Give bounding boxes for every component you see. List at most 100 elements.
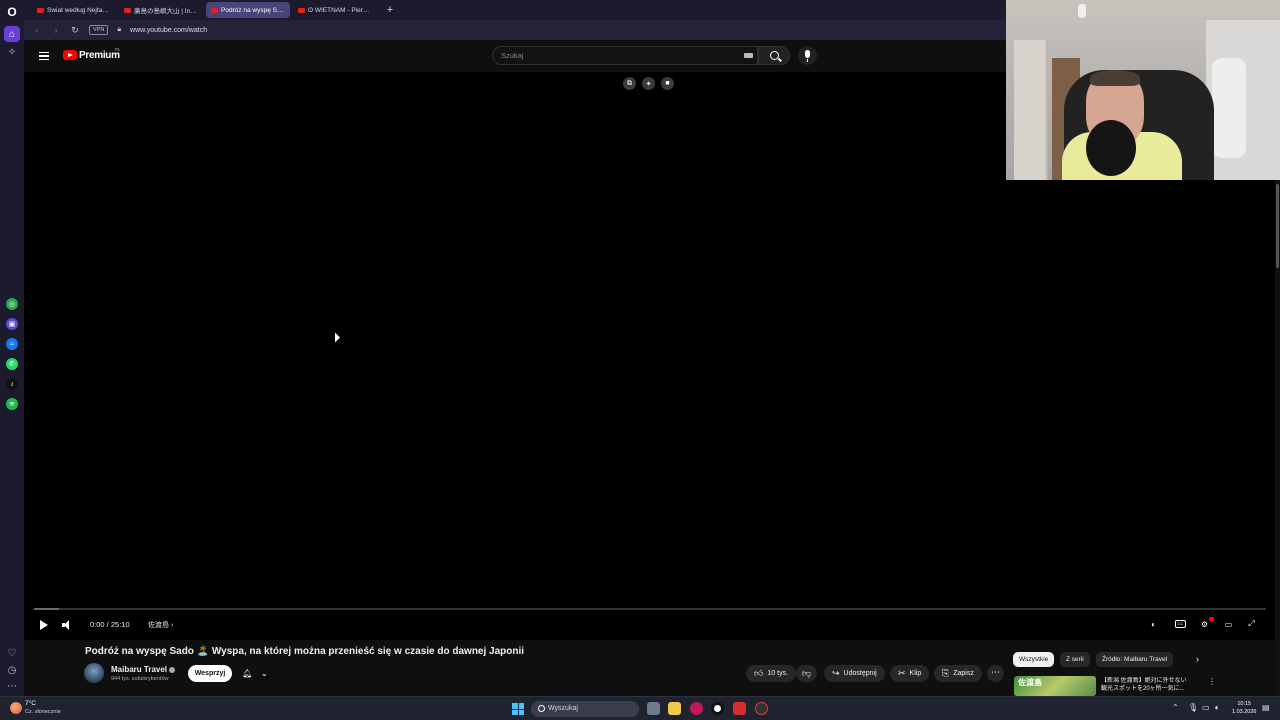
brand-label[interactable]: Premium [79,50,120,61]
taskbar-search[interactable]: Wyszukaj [531,701,639,717]
fullscreen-icon[interactable]: ⤢ [1245,618,1258,630]
reload-icon[interactable]: ↻ [70,25,80,36]
opera-logo-icon[interactable]: O [4,4,20,20]
weather-description[interactable]: Cz. słonecznie [25,709,61,715]
forward-icon[interactable]: › [51,25,61,35]
save-label: Zapisz [953,670,974,677]
volume-icon[interactable] [62,620,72,630]
autoplay-toggle-icon[interactable]: ◐ [1147,618,1160,630]
start-button[interactable] [512,703,524,715]
thumbnail-text: 佐渡島 [1018,678,1042,687]
screen: O ⌂ ✧ ◎ ▣ ≈ ✆ ♪ ≋ ♡ ◷ ⋯ Świat według Nej… [0,0,1280,720]
tab-active[interactable]: Podróż na wyspę Sado 🏝️ [206,2,290,18]
subscriber-count: 944 tys. subskrybentów [111,676,169,682]
weather-temperature[interactable]: 7°C [25,700,36,707]
like-count: 10 tys. [767,670,789,677]
address-bar: ‹ › ↻ VPN 🔒︎ www.youtube.com/watch [24,20,1006,40]
heart-icon[interactable]: ♡ [4,645,20,661]
search-input[interactable]: Szukaj [492,46,758,65]
play-button[interactable] [40,620,48,630]
save-button[interactable]: ⎘ Zapisz [934,665,982,682]
subtitles-button[interactable]: CC [1174,618,1187,630]
url-field[interactable]: www.youtube.com/watch [130,27,207,34]
speaker-icon[interactable]: 🔈︎ [1215,703,1220,713]
cat-tree [1212,58,1246,158]
opera-browser-icon[interactable] [711,702,724,715]
whatsapp-icon[interactable]: ✆ [6,358,18,370]
clock-time: 10:15 [1237,701,1252,707]
country-code: PL [115,47,121,52]
chip-series[interactable]: Z serii [1060,652,1090,667]
share-label: Udostępnij [843,670,877,677]
page-scrollbar[interactable] [1275,180,1280,696]
youtube-header: Premium PL Szukaj [24,40,1006,72]
windows-taskbar: 7°C Cz. słonecznie Wyszukaj ⌃ 🎙︎ ▭ 🔈︎ 10… [0,696,1280,720]
camera-icon[interactable]: ■ [661,77,674,90]
recommendation-menu-icon[interactable]: ⋮ [1208,677,1216,686]
progress-bar[interactable] [34,608,1266,610]
support-button[interactable]: Wesprzyj [188,665,232,682]
sparkle-icon[interactable]: ✦ [642,77,655,90]
tab-title: ʘ WIETNAM - Pierwsze [308,6,372,14]
clip-label: Klip [909,670,922,677]
back-icon[interactable]: ‹ [32,25,42,35]
voice-search-button[interactable] [798,46,817,65]
recommendation-title[interactable]: 【新潟 佐渡島】絶対に外せない 観光スポットを20ヶ所一気に... [1101,677,1209,693]
history-icon[interactable]: ◷ [4,662,20,678]
tab[interactable]: 廣島の島嶼大山 | Insta36 [119,2,203,18]
aria-icon[interactable]: ✧ [4,44,20,60]
recommendation-thumbnail[interactable]: 佐渡島 [1014,676,1096,696]
like-button[interactable]: 👍︎ 10 tys. [746,665,797,682]
app-icon[interactable] [733,702,746,715]
chip-source[interactable]: Źródło: Maibaru Travel [1096,652,1174,667]
chapter-button[interactable]: 佐渡島 › [148,620,173,630]
youtube-logo-icon[interactable] [63,50,77,60]
settings-gear-icon[interactable]: ⚙ [1198,617,1214,630]
share-button[interactable]: ↪ Udostępnij [824,665,885,682]
vpn-badge[interactable]: VPN [89,25,109,35]
home-icon[interactable]: ⌂ [4,26,20,42]
tab[interactable]: Świat według Nejtana - Y [32,2,116,18]
microphone-tray-icon[interactable]: 🎙︎ [1188,703,1198,712]
spotify-icon[interactable]: ≋ [6,398,18,410]
copy-icon[interactable]: ⧉ [623,77,636,90]
scrollbar-thumb[interactable] [1276,184,1279,268]
chatgpt-icon[interactable]: ◎ [6,298,18,310]
mouse-cursor [335,332,340,346]
keyboard-icon[interactable] [744,53,753,58]
network-icon[interactable]: ▭ [1202,703,1210,712]
tray-chevron-icon[interactable]: ⌃ [1172,703,1179,712]
file-explorer-icon[interactable] [668,702,681,715]
menu-icon[interactable] [39,52,49,60]
weather-icon[interactable] [10,702,22,714]
channel-avatar[interactable] [84,663,104,683]
messenger-icon[interactable]: ≈ [6,338,18,350]
tiktok-icon[interactable]: ♪ [6,378,18,390]
streamer-hair [1090,70,1140,86]
notifications-button[interactable]: 🔔︎ ⌄ [238,665,272,682]
new-tab-button[interactable]: + [384,4,396,16]
lock-icon[interactable]: 🔒︎ [117,26,121,34]
tab[interactable]: ʘ WIETNAM - Pierwsze [293,2,377,18]
clip-button[interactable]: ✂ Klip [890,665,930,682]
channel-name-text[interactable]: Maibaru Travel [111,665,167,674]
recorder-icon[interactable] [755,702,768,715]
verified-icon [169,666,176,673]
opera-sidebar: O ⌂ ✧ ◎ ▣ ≈ ✆ ♪ ≋ ♡ ◷ ⋯ [0,0,24,696]
tab-title: Świat według Nejtana - Y [47,6,111,14]
ai-app-icon[interactable]: ▣ [6,318,18,330]
theater-mode-icon[interactable]: ▭ [1222,618,1235,630]
task-view-icon[interactable] [647,702,660,715]
more-icon[interactable]: ⋯ [4,678,20,694]
dislike-button[interactable]: 👎︎ [796,665,818,682]
more-actions-button[interactable]: ⋯ [987,665,1004,682]
channel-name[interactable]: Maibaru Travel [111,665,176,674]
system-clock[interactable]: 10:15 1.03.2026 [1232,700,1256,716]
search-button[interactable] [758,46,790,65]
progress-loaded [34,608,59,610]
notifications-icon[interactable]: ▤ [1262,703,1270,712]
chevron-right-icon[interactable]: › [1196,654,1199,664]
chip-all[interactable]: Wszystkie [1013,652,1055,667]
opera-gx-icon[interactable] [690,702,703,715]
bell-icon: 🔔︎ [242,669,253,678]
